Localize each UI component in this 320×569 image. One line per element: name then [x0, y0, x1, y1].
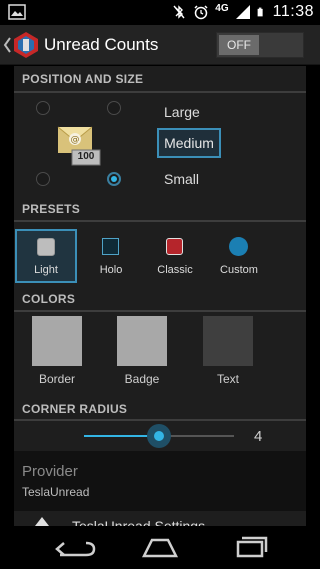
provider-value: TeslaUnread: [22, 485, 90, 499]
status-icons: 4G 11:38: [171, 3, 314, 21]
preset-label: Custom: [220, 264, 258, 276]
svg-text:@: @: [71, 135, 80, 145]
settings-content: POSITION AND SIZE @ 100 Large Medium Sma…: [14, 66, 306, 526]
size-option-medium-label: Medium: [164, 135, 214, 151]
divider: [14, 91, 306, 93]
text-color-label: Text: [216, 372, 239, 386]
provider-title: Provider: [22, 463, 78, 480]
preset-holo-swatch: [102, 238, 119, 255]
tesla-settings-row[interactable]: TeslaUnread Settings: [14, 512, 306, 526]
preset-custom-swatch: [229, 237, 248, 256]
network-type: 4G: [215, 2, 229, 14]
home-nav-icon[interactable]: [130, 532, 190, 562]
battery-icon: [257, 7, 263, 17]
badge-count: 100: [77, 151, 95, 162]
preset-holo[interactable]: Holo: [80, 229, 142, 283]
section-header-colors: COLORS: [22, 292, 76, 306]
badge-color-swatch[interactable]: [117, 316, 167, 366]
nova-launcher-icon[interactable]: [12, 31, 40, 59]
tesla-app-icon: [35, 517, 49, 526]
divider: [14, 220, 306, 222]
status-bar: 4G 11:38: [0, 0, 320, 25]
navigation-bar: [0, 526, 320, 569]
alarm-icon: [194, 5, 208, 20]
preset-light-swatch: [37, 238, 55, 256]
photo-notification-icon: [8, 4, 26, 20]
back-chevron-icon[interactable]: [2, 36, 12, 54]
preset-light[interactable]: Light: [15, 229, 77, 283]
border-color-label: Border: [38, 372, 76, 386]
section-header-position: POSITION AND SIZE: [22, 72, 144, 86]
position-radio-bottom-right[interactable]: [107, 172, 121, 186]
corner-radius-value: 4: [254, 428, 263, 445]
back-nav-icon[interactable]: [42, 532, 102, 562]
preset-label: Holo: [99, 264, 123, 276]
bluetooth-off-icon: [173, 5, 185, 19]
provider-row[interactable]: Provider TeslaUnread: [14, 451, 306, 511]
preset-label: Classic: [157, 264, 193, 276]
corner-radius-slider-thumb[interactable]: [147, 424, 171, 448]
text-color-swatch[interactable]: [203, 316, 253, 366]
preset-classic-swatch: [166, 238, 183, 255]
badge-color-label: Badge: [124, 372, 160, 386]
preset-custom[interactable]: Custom: [208, 229, 270, 283]
size-option-small[interactable]: Small: [164, 171, 199, 187]
size-option-medium[interactable]: Medium: [157, 128, 221, 158]
position-radio-top-left[interactable]: [36, 101, 50, 115]
signal-icon: [235, 5, 250, 19]
position-radio-bottom-left[interactable]: [36, 172, 50, 186]
section-header-presets: PRESETS: [22, 202, 81, 216]
toggle-label: OFF: [219, 35, 259, 55]
position-radio-top-right[interactable]: [107, 101, 121, 115]
section-header-corner-radius: CORNER RADIUS: [22, 402, 128, 416]
border-color-swatch[interactable]: [32, 316, 82, 366]
divider: [14, 419, 306, 421]
preset-classic[interactable]: Classic: [144, 229, 206, 283]
tesla-settings-label: TeslaUnread Settings: [72, 518, 206, 526]
divider: [14, 310, 306, 312]
preset-label: Light: [34, 264, 58, 276]
page-title: Unread Counts: [44, 35, 159, 54]
action-bar: Unread Counts OFF: [0, 25, 320, 65]
clock: 11:38: [272, 3, 314, 20]
enable-toggle[interactable]: OFF: [216, 32, 304, 58]
size-option-large[interactable]: Large: [164, 104, 200, 120]
recents-nav-icon[interactable]: [220, 532, 280, 562]
